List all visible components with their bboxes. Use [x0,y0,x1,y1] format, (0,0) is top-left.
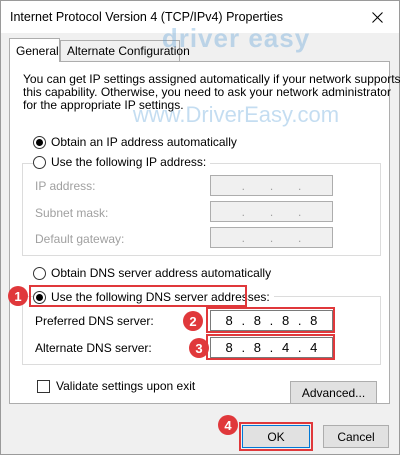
tab-alternate-configuration[interactable]: Alternate Configuration [60,40,190,61]
advanced-button[interactable]: Advanced... [290,381,377,404]
validate-checkbox[interactable] [37,379,50,393]
validate-label: Validate settings upon exit [56,379,196,393]
default-gateway-input[interactable]: ... [210,227,333,248]
annotation-step-1: 1 [8,286,28,306]
ip-auto-option[interactable]: Obtain an IP address automatically [33,134,237,150]
ip-manual-label: Use the following IP address: [51,155,207,169]
dns-manual-radio[interactable] [33,290,46,304]
dns-manual-option[interactable]: Use the following DNS server addresses: [33,289,274,305]
description-text: You can get IP settings assigned automat… [23,73,400,112]
alternate-dns-input[interactable]: 8.8.4.4 [210,337,333,358]
annotation-step-4: 4 [218,415,238,435]
ip-address-input[interactable]: ... [210,175,333,196]
window-title: Internet Protocol Version 4 (TCP/IPv4) P… [10,10,284,24]
ip-auto-label: Obtain an IP address automatically [51,135,237,149]
ok-button[interactable]: OK [242,425,310,448]
dns-auto-label: Obtain DNS server address automatically [51,266,272,280]
ip-manual-radio[interactable] [33,155,46,169]
default-gateway-label: Default gateway: [35,232,125,246]
title-bar: Internet Protocol Version 4 (TCP/IPv4) P… [1,1,399,33]
cancel-button[interactable]: Cancel [323,425,389,448]
preferred-dns-label: Preferred DNS server: [35,314,154,328]
dns-auto-option[interactable]: Obtain DNS server address automatically [33,265,271,281]
annotation-step-3: 3 [189,338,209,358]
preferred-dns-input[interactable]: 8.8.8.8 [210,310,333,331]
alternate-dns-label: Alternate DNS server: [35,341,152,355]
subnet-mask-input[interactable]: ... [210,201,333,222]
annotation-step-2: 2 [183,311,203,331]
dns-manual-label: Use the following DNS server addresses: [51,290,270,304]
radio-selected-dot [36,293,43,301]
radio-selected-dot [36,138,43,146]
ip-manual-option[interactable]: Use the following IP address: [33,154,211,170]
ip-address-label: IP address: [35,179,96,193]
ip-auto-radio[interactable] [33,135,46,149]
properties-dialog: Internet Protocol Version 4 (TCP/IPv4) P… [0,0,400,455]
validate-option[interactable]: Validate settings upon exit [37,379,195,393]
subnet-mask-label: Subnet mask: [35,206,109,220]
close-button[interactable] [355,1,399,33]
tab-general[interactable]: General [9,38,60,62]
dns-auto-radio[interactable] [33,266,46,280]
description-line: for the appropriate IP settings. [23,98,184,112]
close-icon [371,11,383,23]
